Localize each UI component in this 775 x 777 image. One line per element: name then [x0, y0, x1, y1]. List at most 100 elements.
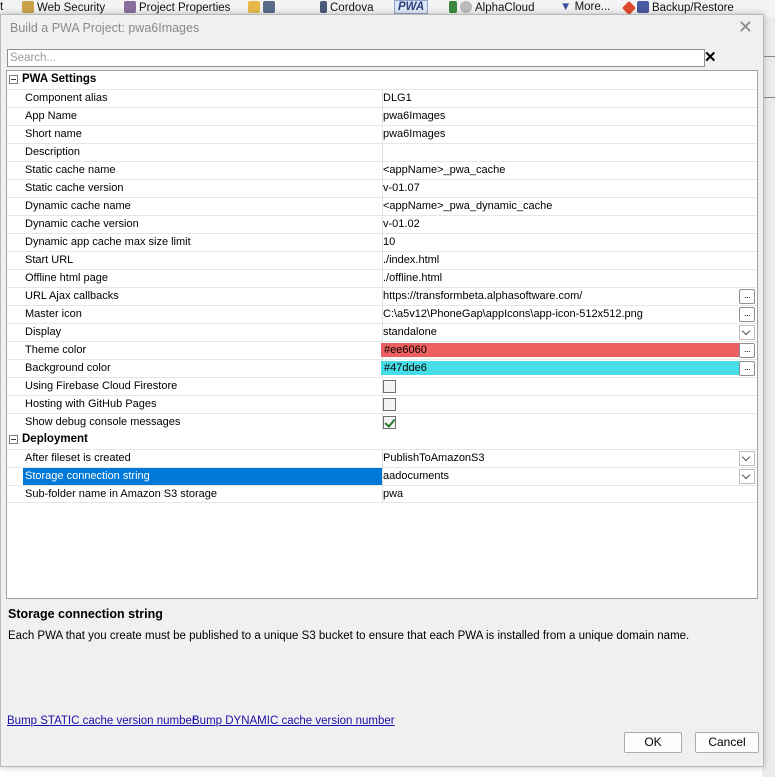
chevron-down-icon[interactable]: [739, 469, 755, 484]
dialog-title: Build a PWA Project: pwa6Images: [10, 21, 200, 35]
close-icon[interactable]: ✕: [738, 17, 753, 38]
property-label: Static cache version: [23, 180, 383, 197]
dialog-titlebar: Build a PWA Project: pwa6Images ✕: [1, 15, 763, 43]
category-deployment[interactable]: Deployment: [7, 431, 757, 449]
help-title: Storage connection string: [8, 607, 163, 621]
background-color-swatch[interactable]: #47dde6: [381, 361, 740, 375]
property-label: URL Ajax callbacks: [23, 288, 383, 305]
property-label: Storage connection string: [23, 468, 383, 485]
download-icon: [449, 1, 457, 13]
category-label: Deployment: [22, 433, 88, 445]
property-row-dynamic-cache-name[interactable]: Dynamic cache name <appName>_pwa_dynamic…: [7, 197, 757, 215]
property-value[interactable]: ./index.html: [381, 252, 757, 269]
chevron-down-icon[interactable]: [739, 451, 755, 466]
property-label: Master icon: [23, 306, 383, 323]
bg-toolbar-item-alphacloud[interactable]: AlphaCloud: [449, 1, 534, 14]
bump-static-cache-link[interactable]: Bump STATIC cache version number: [7, 715, 196, 727]
property-row-offline-html-page[interactable]: Offline html page ./offline.html: [7, 269, 757, 287]
shield-icon: [22, 1, 34, 13]
property-value[interactable]: https://transformbeta.alphasoftware.com/: [381, 288, 757, 305]
property-label: Show debug console messages: [23, 414, 383, 431]
property-value[interactable]: pwa6Images: [381, 108, 757, 125]
bg-toolbar-item-pwa[interactable]: PWA: [394, 0, 429, 14]
property-row-short-name[interactable]: Short name pwa6Images: [7, 125, 757, 143]
property-value[interactable]: C:\a5v12\PhoneGap\appIcons\app-icon-512x…: [381, 306, 757, 323]
cancel-button[interactable]: Cancel: [695, 732, 759, 753]
property-row-app-name[interactable]: App Name pwa6Images: [7, 107, 757, 125]
backup-icon: [637, 1, 649, 13]
property-value[interactable]: v-01.07: [381, 180, 757, 197]
property-row-s3-subfolder[interactable]: Sub-folder name in Amazon S3 storage pwa: [7, 485, 757, 503]
bg-toolbar-folder[interactable]: [248, 1, 278, 14]
property-row-static-cache-name[interactable]: Static cache name <appName>_pwa_cache: [7, 161, 757, 179]
debug-console-checkbox[interactable]: [383, 416, 396, 429]
property-row-component-alias[interactable]: Component alias DLG1: [7, 89, 757, 107]
property-label: After fileset is created: [23, 450, 383, 467]
property-label: Offline html page: [23, 270, 383, 287]
property-value[interactable]: pwa: [381, 486, 757, 503]
property-row-firebase-firestore[interactable]: Using Firebase Cloud Firestore: [7, 377, 757, 395]
property-label: Display: [23, 324, 383, 341]
property-row-after-fileset-created[interactable]: After fileset is created PublishToAmazon…: [7, 449, 757, 467]
property-value[interactable]: pwa6Images: [381, 126, 757, 143]
bump-dynamic-cache-link[interactable]: Bump DYNAMIC cache version number: [192, 715, 395, 727]
bg-toolbar-item-more[interactable]: ▼ More...: [560, 1, 610, 13]
property-value[interactable]: v-01.02: [381, 216, 757, 233]
property-value[interactable]: DLG1: [381, 90, 757, 107]
property-value[interactable]: <appName>_pwa_cache: [381, 162, 757, 179]
ok-button[interactable]: OK: [624, 732, 682, 753]
chevron-down-icon[interactable]: [739, 325, 755, 340]
property-row-storage-connection-string[interactable]: Storage connection string aadocuments: [7, 467, 757, 485]
clear-search-icon[interactable]: ✕: [704, 48, 717, 66]
property-value[interactable]: ./offline.html: [381, 270, 757, 287]
collapse-icon[interactable]: [9, 435, 18, 444]
collapse-icon[interactable]: [9, 75, 18, 84]
property-value[interactable]: PublishToAmazonS3: [381, 450, 757, 467]
ellipsis-icon[interactable]: ...: [739, 361, 755, 376]
ellipsis-icon[interactable]: ...: [739, 343, 755, 358]
theme-color-swatch[interactable]: #ee6060: [381, 343, 740, 357]
monitor-icon: [263, 1, 275, 13]
property-value[interactable]: standalone: [381, 324, 757, 341]
property-value[interactable]: 10: [381, 234, 757, 251]
bg-toolbar-item-cordova[interactable]: Cordova: [320, 1, 373, 14]
property-value[interactable]: aadocuments: [381, 468, 757, 485]
property-row-dynamic-cache-max-size[interactable]: Dynamic app cache max size limit 10: [7, 233, 757, 251]
property-row-theme-color[interactable]: Theme color #ee6060 ...: [7, 341, 757, 359]
property-row-display[interactable]: Display standalone: [7, 323, 757, 341]
property-row-github-pages[interactable]: Hosting with GitHub Pages: [7, 395, 757, 413]
property-row-background-color[interactable]: Background color #47dde6 ...: [7, 359, 757, 377]
properties-icon: [124, 1, 136, 13]
property-grid: PWA Settings Component alias DLG1 App Na…: [6, 70, 758, 599]
property-row-master-icon[interactable]: Master icon C:\a5v12\PhoneGap\appIcons\a…: [7, 305, 757, 323]
git-icon: [621, 0, 637, 16]
property-row-description[interactable]: Description: [7, 143, 757, 161]
property-row-start-url[interactable]: Start URL ./index.html: [7, 251, 757, 269]
help-text: Each PWA that you create must be publish…: [8, 630, 690, 642]
phone-icon: [320, 1, 327, 13]
folder-icon: [248, 1, 260, 13]
category-label: PWA Settings: [22, 73, 97, 85]
property-label: Theme color: [23, 342, 383, 359]
property-value[interactable]: <appName>_pwa_dynamic_cache: [381, 198, 757, 215]
bg-toolbar-item-project-properties[interactable]: Project Properties: [124, 1, 230, 14]
search-input[interactable]: [7, 49, 705, 67]
ellipsis-icon[interactable]: ...: [739, 307, 755, 322]
bg-toolbar-item-web-security[interactable]: Web Security: [22, 1, 105, 14]
github-pages-checkbox[interactable]: [383, 398, 396, 411]
property-row-debug-console[interactable]: Show debug console messages: [7, 413, 757, 431]
cloud-icon: [460, 1, 472, 13]
property-label: App Name: [23, 108, 383, 125]
property-value[interactable]: [381, 144, 757, 161]
triangle-down-icon: ▼: [560, 1, 575, 13]
pwa-build-dialog: Build a PWA Project: pwa6Images ✕ ✕ PWA …: [0, 14, 764, 767]
property-label: Start URL: [23, 252, 383, 269]
ellipsis-icon[interactable]: ...: [739, 289, 755, 304]
bg-toolbar-item-backup-restore[interactable]: Backup/Restore: [621, 0, 734, 16]
property-row-static-cache-version[interactable]: Static cache version v-01.07: [7, 179, 757, 197]
category-pwa-settings[interactable]: PWA Settings: [7, 71, 757, 89]
property-row-url-ajax-callbacks[interactable]: URL Ajax callbacks https://transformbeta…: [7, 287, 757, 305]
property-row-dynamic-cache-version[interactable]: Dynamic cache version v-01.02: [7, 215, 757, 233]
firebase-checkbox[interactable]: [383, 380, 396, 393]
property-label: Hosting with GitHub Pages: [23, 396, 383, 413]
